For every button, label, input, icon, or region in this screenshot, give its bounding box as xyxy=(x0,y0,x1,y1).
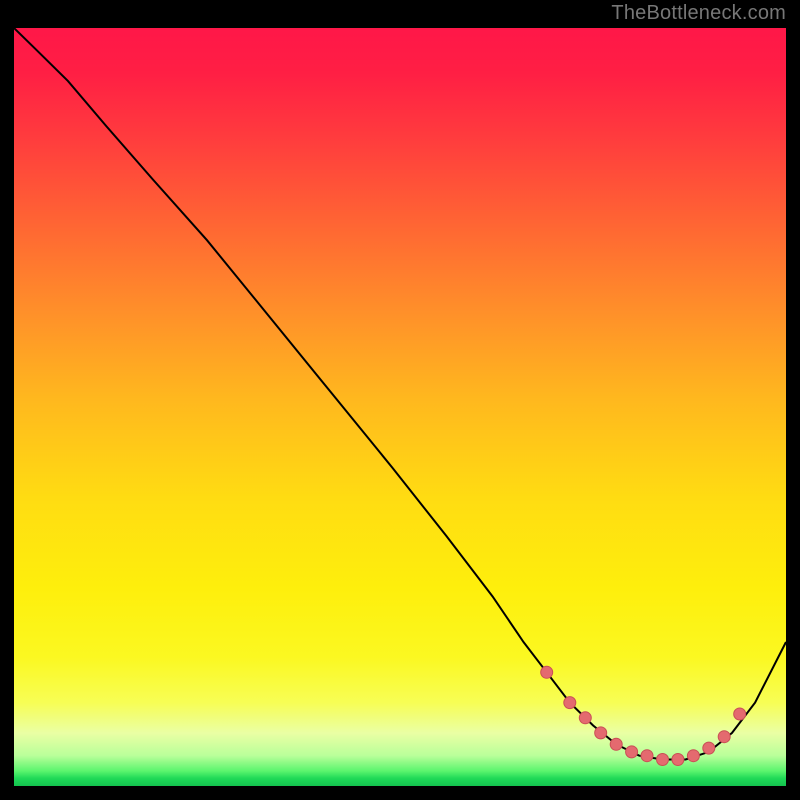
plot-area xyxy=(14,28,786,786)
data-marker xyxy=(657,754,669,766)
data-marker xyxy=(703,742,715,754)
data-marker xyxy=(595,727,607,739)
data-marker xyxy=(687,750,699,762)
curve-path xyxy=(14,28,786,760)
chart-stage: TheBottleneck.com xyxy=(0,0,800,800)
watermark-text: TheBottleneck.com xyxy=(611,2,786,25)
data-marker xyxy=(626,746,638,758)
data-marker xyxy=(579,712,591,724)
data-marker xyxy=(672,754,684,766)
marker-group xyxy=(541,666,746,765)
data-marker xyxy=(718,731,730,743)
data-marker xyxy=(564,697,576,709)
data-marker xyxy=(541,666,553,678)
data-marker xyxy=(641,750,653,762)
data-marker xyxy=(734,708,746,720)
data-marker xyxy=(610,738,622,750)
chart-svg xyxy=(14,28,786,786)
